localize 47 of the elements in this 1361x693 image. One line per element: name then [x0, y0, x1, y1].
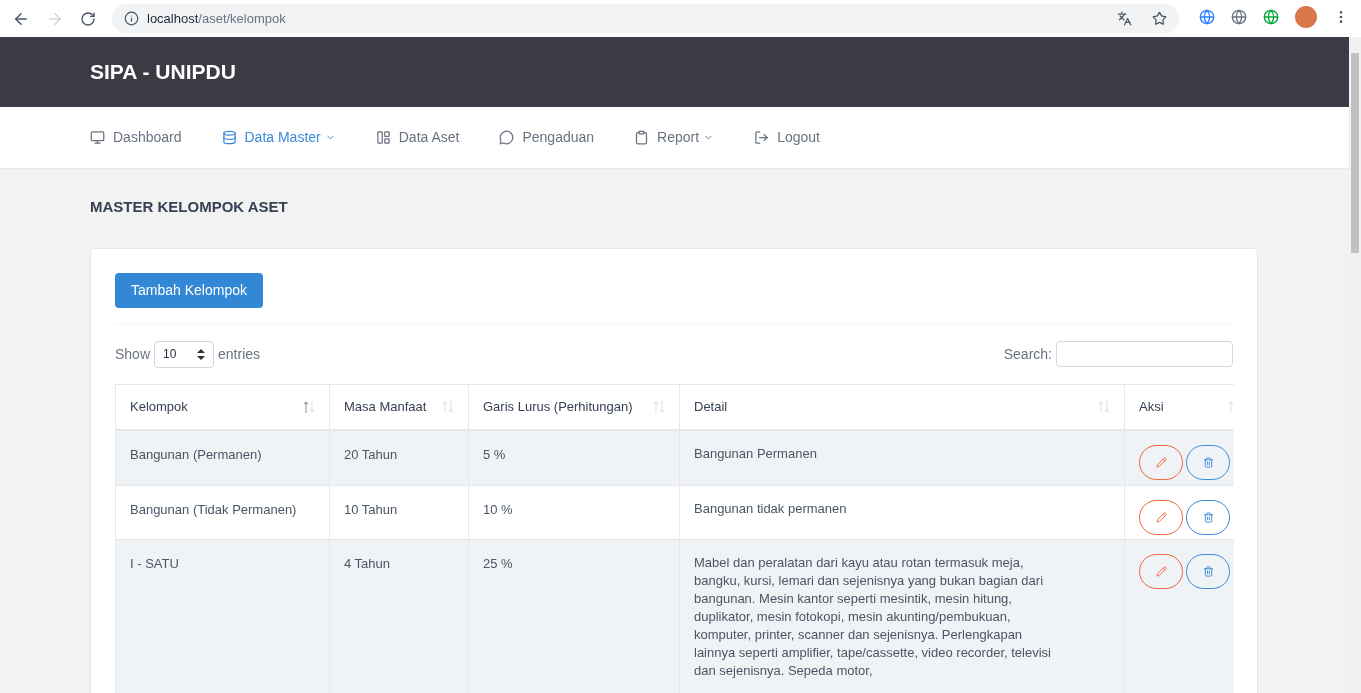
- reload-icon[interactable]: [80, 10, 96, 27]
- database-icon: [221, 130, 237, 145]
- logout-icon: [754, 130, 770, 145]
- info-icon[interactable]: [124, 11, 139, 26]
- brand-title[interactable]: SIPA - UNIPDU: [90, 56, 236, 88]
- pencil-icon: [1155, 511, 1167, 523]
- nav-link[interactable]: Report: [634, 127, 715, 148]
- nav-link[interactable]: Data Master: [221, 127, 336, 148]
- nav-link[interactable]: Pengaduan: [499, 127, 595, 148]
- table-cell: 5 %: [468, 430, 680, 485]
- address-bar[interactable]: localhost/aset/kelompok: [112, 4, 1179, 33]
- search-field[interactable]: [1056, 341, 1233, 367]
- add-button[interactable]: Tambah Kelompok: [115, 272, 263, 308]
- translate-icon[interactable]: [1117, 11, 1132, 26]
- clipboard-icon: [634, 130, 650, 145]
- sort-icon: [442, 399, 454, 414]
- nav-link[interactable]: Data Aset: [375, 127, 460, 148]
- table-cell: Bangunan Permanen: [679, 430, 1125, 485]
- bookmark-star-icon[interactable]: [1152, 11, 1167, 26]
- pencil-icon: [1155, 566, 1167, 577]
- search-label: Search:: [1003, 344, 1052, 364]
- entries-label: entries: [218, 344, 261, 364]
- nav-link[interactable]: Logout: [754, 127, 820, 148]
- table-cell: 10 Tahun: [329, 485, 469, 540]
- table-cell: 20 Tahun: [329, 430, 469, 485]
- show-label: Show: [115, 344, 151, 364]
- monitor-icon: [90, 130, 105, 145]
- sort-icon: [653, 399, 665, 414]
- url-text: localhost/aset/kelompok: [147, 9, 286, 28]
- trash-icon: [1202, 457, 1214, 468]
- globe-icon[interactable]: [1231, 9, 1247, 25]
- nav-link[interactable]: Dashboard: [90, 127, 182, 148]
- table-cell: Bangunan tidak permanen: [679, 485, 1125, 540]
- entries-select[interactable]: 10: [154, 340, 215, 368]
- table-cell: I - SATU: [115, 539, 330, 693]
- layout-icon: [375, 130, 391, 145]
- table-cell: Bangunan (Tidak Permanen): [115, 485, 330, 540]
- table-cell: 10 %: [468, 485, 680, 540]
- sort-icon: [303, 399, 315, 414]
- trash-icon: [1202, 511, 1214, 523]
- trash-icon: [1202, 566, 1214, 577]
- pencil-icon: [1155, 457, 1167, 468]
- sort-icon: [1098, 399, 1110, 414]
- spinner-arrows-icon: [197, 348, 206, 360]
- chat-bubble-icon: [499, 130, 515, 145]
- table-cell: Bangunan (Permanen): [115, 430, 330, 485]
- page-title: MASTER KELOMPOK ASET: [90, 197, 289, 217]
